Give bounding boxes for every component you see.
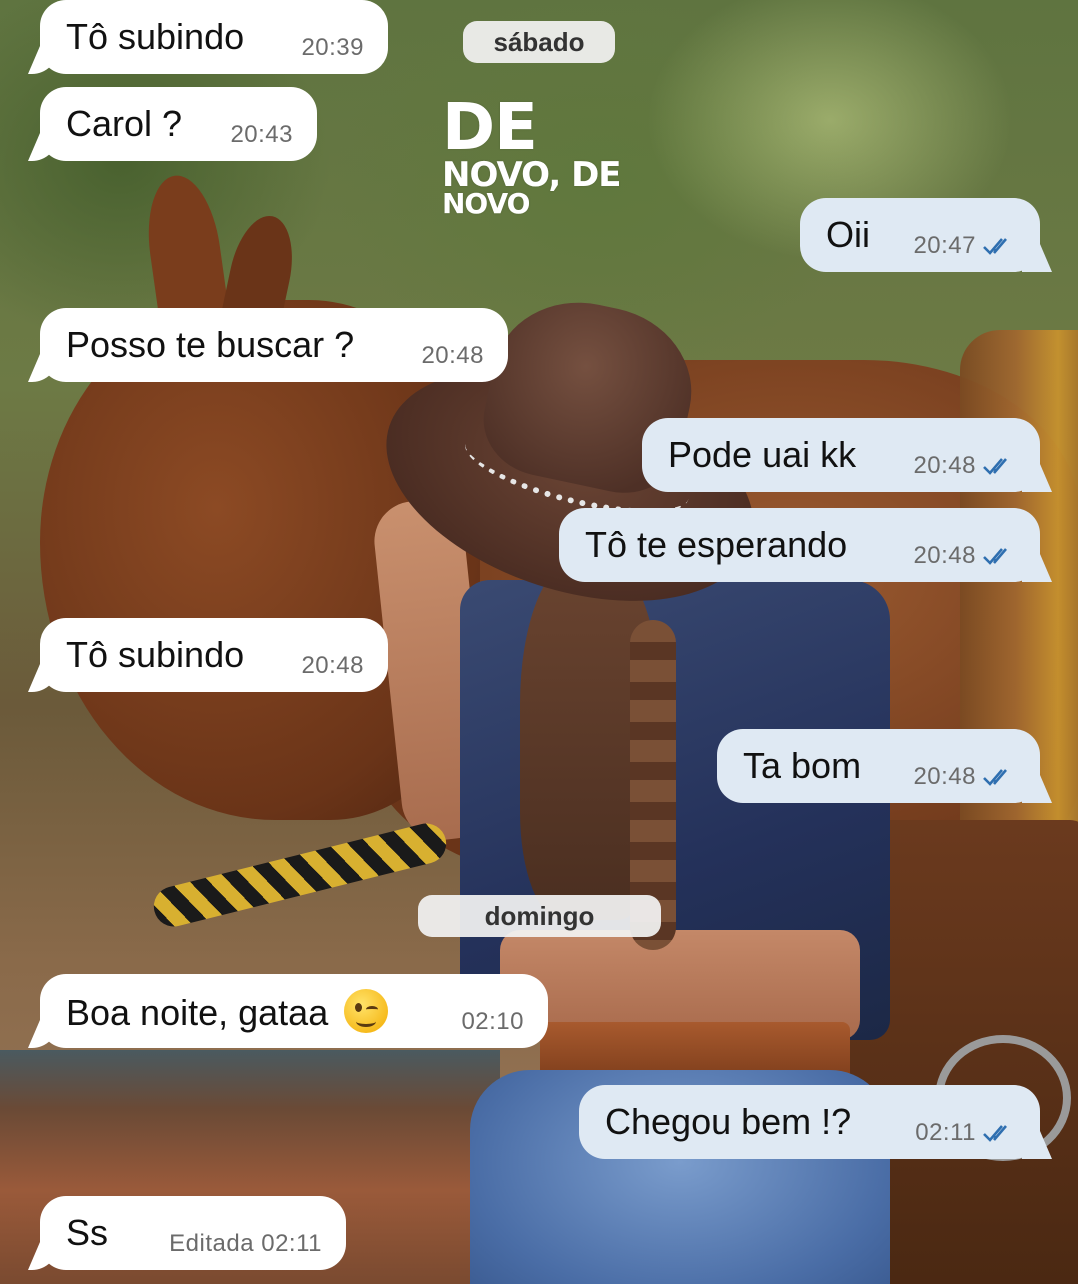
message-text: Boa noite, gataa xyxy=(66,988,389,1034)
message-bubble-incoming[interactable]: Boa noite, gataa 02:10 xyxy=(40,974,548,1048)
message-time: 20:48 xyxy=(913,763,1016,791)
message-text: Tô subindo xyxy=(66,16,245,57)
message-time: 02:11 xyxy=(915,1119,1016,1147)
message-time: 20:48 xyxy=(913,542,1016,570)
message-text: Carol ? xyxy=(66,103,183,144)
date-separator-sunday: domingo xyxy=(418,895,661,937)
message-bubble-incoming[interactable]: Ss Editada 02:11 xyxy=(40,1196,346,1270)
sticker-line-3: NOVO xyxy=(442,187,530,221)
message-bubble-outgoing[interactable]: Ta bom 20:48 xyxy=(717,729,1040,803)
message-time: 20:39 xyxy=(301,34,364,61)
message-time: 02:10 xyxy=(461,1008,524,1035)
message-bubble-incoming[interactable]: Tô subindo 20:39 xyxy=(40,0,388,74)
message-text: Tô te esperando xyxy=(585,524,848,565)
message-bubble-outgoing[interactable]: Oii 20:47 xyxy=(800,198,1040,272)
message-bubble-incoming[interactable]: Posso te buscar ? 20:48 xyxy=(40,308,508,382)
wallpaper-horse-ear xyxy=(139,170,231,330)
wallpaper-sticker: DE NOVO, DE NOVO xyxy=(442,91,622,221)
winking-face-icon xyxy=(344,988,389,1033)
read-receipt-icon xyxy=(982,546,1016,566)
message-time-edited: Editada 02:11 xyxy=(169,1230,322,1257)
message-text: Ta bom xyxy=(743,745,862,786)
message-time: 20:43 xyxy=(230,121,293,148)
date-separator-saturday: sábado xyxy=(463,21,615,63)
message-text: Posso te buscar ? xyxy=(66,324,355,365)
message-text: Tô subindo xyxy=(66,634,245,675)
sticker-line-1: DE xyxy=(442,91,538,165)
message-bubble-outgoing[interactable]: Chegou bem !? 02:11 xyxy=(579,1085,1040,1159)
message-text: Ss xyxy=(66,1212,109,1253)
message-bubble-incoming[interactable]: Tô subindo 20:48 xyxy=(40,618,388,692)
read-receipt-icon xyxy=(982,236,1016,256)
wallpaper-rope xyxy=(149,819,451,931)
message-bubble-outgoing[interactable]: Pode uai kk 20:48 xyxy=(642,418,1040,492)
read-receipt-icon xyxy=(982,767,1016,787)
message-time: 20:47 xyxy=(913,232,1016,260)
message-text: Oii xyxy=(826,214,870,255)
message-time: 20:48 xyxy=(301,652,364,679)
message-time: 20:48 xyxy=(421,342,484,369)
read-receipt-icon xyxy=(982,1123,1016,1143)
message-text: Pode uai kk xyxy=(668,434,857,475)
message-bubble-incoming[interactable]: Carol ? 20:43 xyxy=(40,87,317,161)
read-receipt-icon xyxy=(982,456,1016,476)
message-bubble-outgoing[interactable]: Tô te esperando 20:48 xyxy=(559,508,1040,582)
message-time: 20:48 xyxy=(913,452,1016,480)
message-text: Chegou bem !? xyxy=(605,1101,852,1142)
